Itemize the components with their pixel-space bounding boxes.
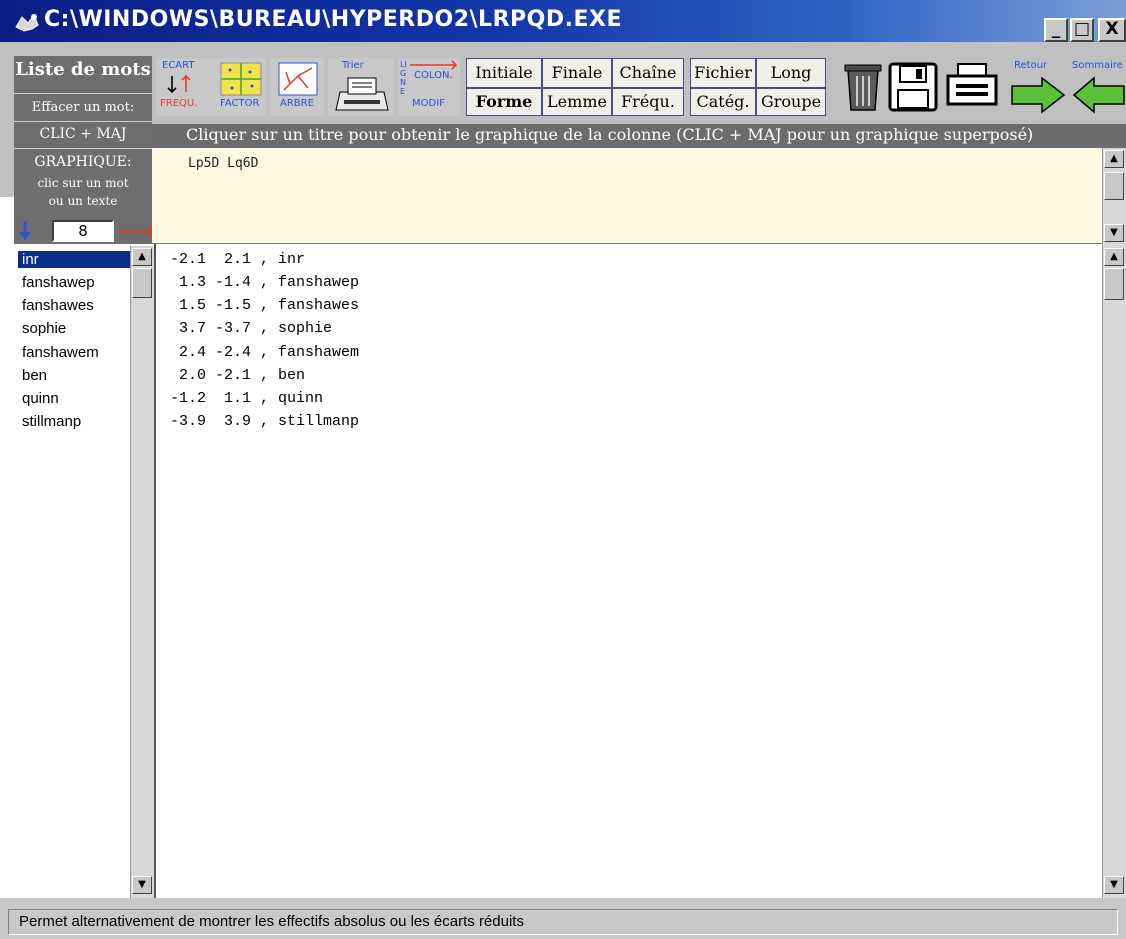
data-row[interactable]: 2.0 -2.1 , ben (170, 367, 305, 384)
factor-grid-icon (220, 62, 262, 96)
instruction-bar: Cliquer sur un titre pour obtenir le gra… (152, 124, 1126, 148)
factor-label: FACTOR (220, 98, 260, 109)
trier-button[interactable]: Trier (328, 58, 394, 116)
list-item[interactable]: fanshawem (22, 344, 99, 361)
scroll-up-arrow[interactable]: ▲ (132, 248, 152, 266)
scroll-down-arrow[interactable]: ▼ (1104, 876, 1124, 894)
ecart-label: ECART (162, 60, 195, 71)
printer-icon[interactable] (944, 62, 1000, 112)
close-button[interactable]: X (1098, 18, 1126, 42)
arbre-button[interactable]: ARBRE (270, 58, 324, 116)
categ-button[interactable]: Catég. (690, 88, 756, 116)
data-row[interactable]: -1.2 1.1 , quinn (170, 390, 323, 407)
minimize-button[interactable]: _ (1044, 18, 1068, 42)
arbre-label: ARBRE (280, 98, 314, 109)
list-item[interactable]: sophie (22, 320, 66, 337)
word-list-scrollbar[interactable] (130, 246, 154, 898)
scroll-down-arrow[interactable]: ▼ (1104, 224, 1124, 242)
sommaire-label: Sommaire (1072, 60, 1123, 71)
list-item[interactable]: stillmanp (22, 413, 81, 430)
colon-modif-button[interactable]: LIGNE COLON. MODIF (398, 58, 460, 116)
app-icon (15, 13, 39, 32)
data-row[interactable]: 1.3 -1.4 , fanshawep (170, 274, 359, 291)
lemme-button[interactable]: Lemme (542, 88, 612, 116)
initiale-button[interactable]: Initiale (466, 58, 542, 88)
divider (14, 148, 152, 149)
printer-sort-icon (335, 77, 389, 111)
forme-button[interactable]: Forme (466, 88, 542, 116)
sommaire-arrow-icon[interactable] (1072, 76, 1126, 114)
colon-arrow-icon (410, 60, 458, 70)
word-count-field[interactable]: 8 (52, 220, 114, 242)
data-panel[interactable] (156, 244, 1102, 898)
word-list-title[interactable]: Liste de mots (14, 59, 152, 80)
click-word-hint: clic sur un mot (37, 176, 129, 190)
frequ-column-button[interactable]: Fréqu. (612, 88, 684, 116)
retour-label: Retour (1014, 60, 1048, 71)
data-row[interactable]: 2.4 -2.4 , fanshawem (170, 344, 359, 361)
maximize-button[interactable]: □ (1070, 18, 1094, 42)
window-title: C:\WINDOWS\BUREAU\HYPERDO2\LRPQD.EXE (44, 7, 622, 32)
list-item[interactable]: ben (22, 367, 47, 384)
chaine-button[interactable]: Chaîne (612, 58, 684, 88)
divider (14, 121, 152, 122)
scroll-thumb[interactable] (1104, 268, 1124, 300)
finale-button[interactable]: Finale (542, 58, 612, 88)
delete-word-label: Effacer un mot: (31, 100, 135, 115)
list-item[interactable]: fanshawep (22, 274, 95, 291)
divider (14, 93, 152, 94)
data-row[interactable]: 1.5 -1.5 , fanshawes (170, 297, 359, 314)
data-row[interactable]: -2.1 2.1 , inr (170, 251, 305, 268)
scroll-thumb[interactable] (132, 268, 152, 298)
scroll-up-arrow[interactable]: ▲ (1104, 248, 1124, 266)
retour-arrow-icon[interactable] (1010, 76, 1066, 114)
colon-label: COLON. (414, 70, 453, 81)
column-header-text[interactable]: Lp5D Lq6D (188, 156, 258, 171)
save-floppy-icon[interactable] (888, 62, 938, 112)
frequ-label: FREQU. (160, 98, 198, 109)
ligne-label: LIGNE (400, 60, 407, 96)
modif-label: MODIF (412, 98, 445, 109)
ecart-frequ-toggle[interactable]: ECART FREQU. (156, 58, 216, 116)
arrow-down-icon (19, 222, 31, 240)
trash-icon[interactable] (840, 60, 886, 114)
up-down-arrows-icon (167, 74, 191, 94)
scroll-down-arrow[interactable]: ▼ (132, 876, 152, 894)
factor-button[interactable]: FACTOR (214, 58, 266, 116)
groupe-button[interactable]: Groupe (756, 88, 826, 116)
list-item[interactable]: fanshawes (22, 297, 94, 314)
or-text-hint: ou un texte (48, 194, 118, 208)
scroll-up-arrow[interactable]: ▲ (1104, 150, 1124, 168)
data-scrollbar[interactable] (1102, 244, 1126, 898)
data-row[interactable]: -3.9 3.9 , stillmanp (170, 413, 359, 430)
data-row[interactable]: 3.7 -3.7 , sophie (170, 320, 332, 337)
tree-icon (278, 62, 318, 96)
long-button[interactable]: Long (756, 58, 826, 88)
fichier-button[interactable]: Fichier (690, 58, 756, 88)
scroll-thumb[interactable] (1104, 172, 1124, 200)
graphique-label: GRAPHIQUE: (34, 154, 132, 170)
list-item[interactable]: quinn (22, 390, 59, 407)
clic-maj-label: CLIC + MAJ (39, 126, 127, 142)
list-item[interactable]: inr (18, 251, 130, 268)
status-text: Permet alternativement de montrer les ef… (8, 909, 1118, 935)
top-text-panel[interactable] (152, 148, 1102, 244)
